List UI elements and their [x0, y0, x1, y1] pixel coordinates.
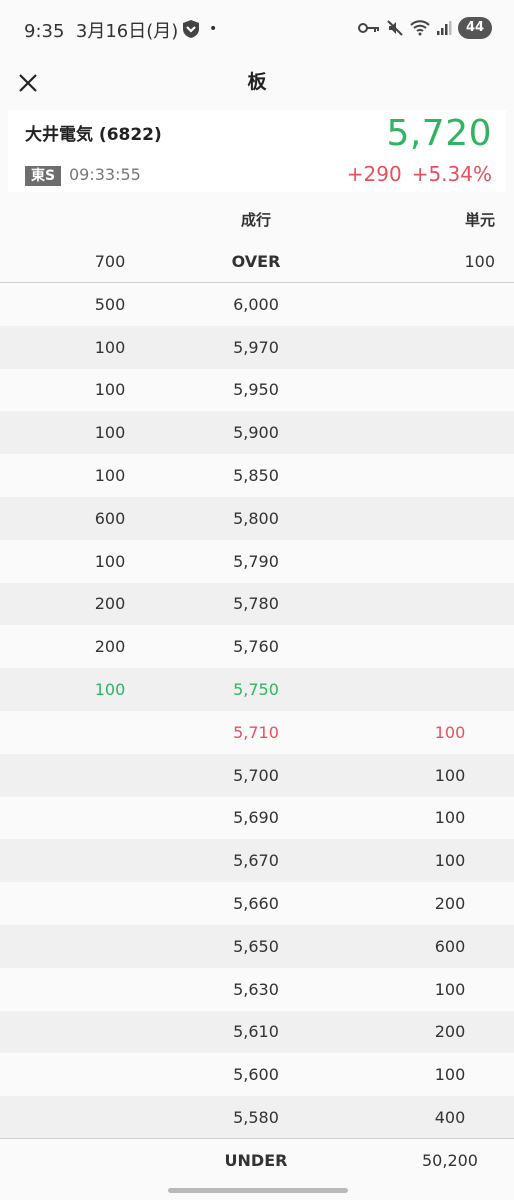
- stock-name: 大井電気 (6822): [25, 125, 162, 145]
- sell-qty: 500: [94, 294, 126, 314]
- mute-icon: [387, 20, 403, 36]
- page-title: 板: [247, 71, 267, 93]
- sell-row[interactable]: 100 5,790: [0, 539, 514, 583]
- buy-qty: 600: [434, 936, 466, 956]
- sell-row[interactable]: 100 5,970: [0, 325, 514, 369]
- change-amount: +290: [346, 162, 402, 186]
- sell-row[interactable]: 200 5,760: [0, 625, 514, 669]
- sell-row[interactable]: 100 5,850: [0, 454, 514, 497]
- status-icons: 44: [358, 17, 492, 39]
- signal-icon: [437, 21, 452, 35]
- buy-row[interactable]: 5,580 400: [0, 1096, 514, 1139]
- buy-qty: 100: [434, 808, 466, 828]
- sell-price: 5,760: [233, 637, 279, 657]
- sell-qty: 100: [94, 380, 126, 400]
- wifi-icon: [410, 20, 430, 36]
- buy-price: 5,700: [233, 765, 279, 785]
- buy-qty: 200: [434, 1022, 466, 1042]
- buy-qty: 400: [434, 1108, 466, 1128]
- buy-price: 5,580: [233, 1108, 279, 1128]
- sell-qty: 100: [94, 466, 126, 486]
- sell-price: 5,970: [233, 337, 279, 357]
- buy-price: 5,610: [233, 1022, 279, 1042]
- over-unit-value: 100: [464, 251, 495, 271]
- buy-qty: 100: [434, 765, 466, 785]
- sell-price: 5,850: [233, 466, 279, 486]
- sell-qty: 200: [94, 594, 126, 614]
- sell-row[interactable]: 600 5,800: [0, 496, 514, 540]
- buy-qty: 200: [434, 894, 466, 914]
- sell-row[interactable]: 100 5,900: [0, 411, 514, 455]
- sell-price: 5,780: [233, 594, 279, 614]
- over-row: 700 OVER 100: [0, 240, 514, 283]
- sell-price: 5,900: [233, 423, 279, 443]
- status-dot: •: [209, 21, 218, 37]
- app-bar: 板: [0, 58, 514, 106]
- buy-row[interactable]: 5,690 100: [0, 796, 514, 840]
- buy-qty: 100: [434, 979, 466, 999]
- sell-qty: 200: [94, 637, 126, 657]
- best-ask-price: 5,750: [233, 680, 279, 700]
- status-bar: 9:35 3月16日(月) • 44: [0, 0, 514, 58]
- buy-row[interactable]: 5,700 100: [0, 753, 514, 797]
- buy-price: 5,690: [233, 808, 279, 828]
- stock-time: 09:33:55: [69, 165, 141, 184]
- buy-row[interactable]: 5,670 100: [0, 839, 514, 883]
- sell-row[interactable]: 500 6,000: [0, 283, 514, 326]
- best-bid-price: 5,710: [233, 722, 279, 742]
- over-sell-qty: 700: [94, 251, 126, 271]
- order-book: 700 OVER 100 500 6,000 100 5,970 100 5,9…: [0, 240, 514, 1139]
- status-date: 3月16日(月): [75, 21, 179, 42]
- board-header: 成行 単元: [0, 196, 514, 240]
- unit-header: 単元: [464, 211, 495, 229]
- vpn-key-icon: [358, 23, 379, 33]
- under-buy-qty: 50,200: [422, 1151, 478, 1170]
- stock-change: +290 +5.34%: [347, 162, 492, 186]
- stock-price: 5,720: [386, 113, 492, 154]
- best-ask-qty: 100: [94, 680, 126, 700]
- sell-price: 5,800: [233, 508, 279, 528]
- market-badge: 東S: [25, 166, 61, 186]
- sell-price: 5,950: [233, 380, 279, 400]
- sell-row[interactable]: 200 5,780: [0, 582, 514, 626]
- home-indicator[interactable]: [168, 1188, 348, 1193]
- sell-row[interactable]: 100 5,950: [0, 368, 514, 412]
- battery-indicator: 44: [458, 17, 492, 39]
- buy-price: 5,670: [233, 851, 279, 871]
- sell-qty: 100: [94, 551, 126, 571]
- shield-icon: [183, 20, 199, 38]
- stock-summary-card: 大井電気 (6822) 5,720 東S 09:33:55 +290 +5.34…: [8, 110, 506, 192]
- change-percent: +5.34%: [411, 162, 492, 186]
- best-bid-qty: 100: [434, 722, 466, 742]
- under-label: UNDER: [224, 1151, 288, 1170]
- buy-row[interactable]: 5,650 600: [0, 924, 514, 968]
- sell-price: 5,790: [233, 551, 279, 571]
- over-label: OVER: [231, 251, 281, 271]
- buy-row[interactable]: 5,610 200: [0, 1010, 514, 1054]
- buy-qty: 100: [434, 1065, 466, 1085]
- under-row: UNDER 50,200: [0, 1138, 514, 1182]
- sell-qty: 600: [94, 508, 126, 528]
- best-bid-row[interactable]: 5,710 100: [0, 710, 514, 754]
- buy-price: 5,660: [233, 894, 279, 914]
- buy-row[interactable]: 5,660 200: [0, 882, 514, 925]
- buy-price: 5,630: [233, 979, 279, 999]
- sell-qty: 100: [94, 337, 126, 357]
- buy-price: 5,600: [233, 1065, 279, 1085]
- status-time: 9:35 3月16日(月): [24, 21, 179, 42]
- sell-price: 6,000: [233, 294, 279, 314]
- buy-price: 5,650: [233, 936, 279, 956]
- buy-qty: 100: [434, 851, 466, 871]
- buy-row[interactable]: 5,600 100: [0, 1053, 514, 1097]
- market-order-header: 成行: [240, 211, 271, 229]
- best-ask-row[interactable]: 100 5,750: [0, 668, 514, 711]
- buy-row[interactable]: 5,630 100: [0, 967, 514, 1011]
- sell-qty: 100: [94, 423, 126, 443]
